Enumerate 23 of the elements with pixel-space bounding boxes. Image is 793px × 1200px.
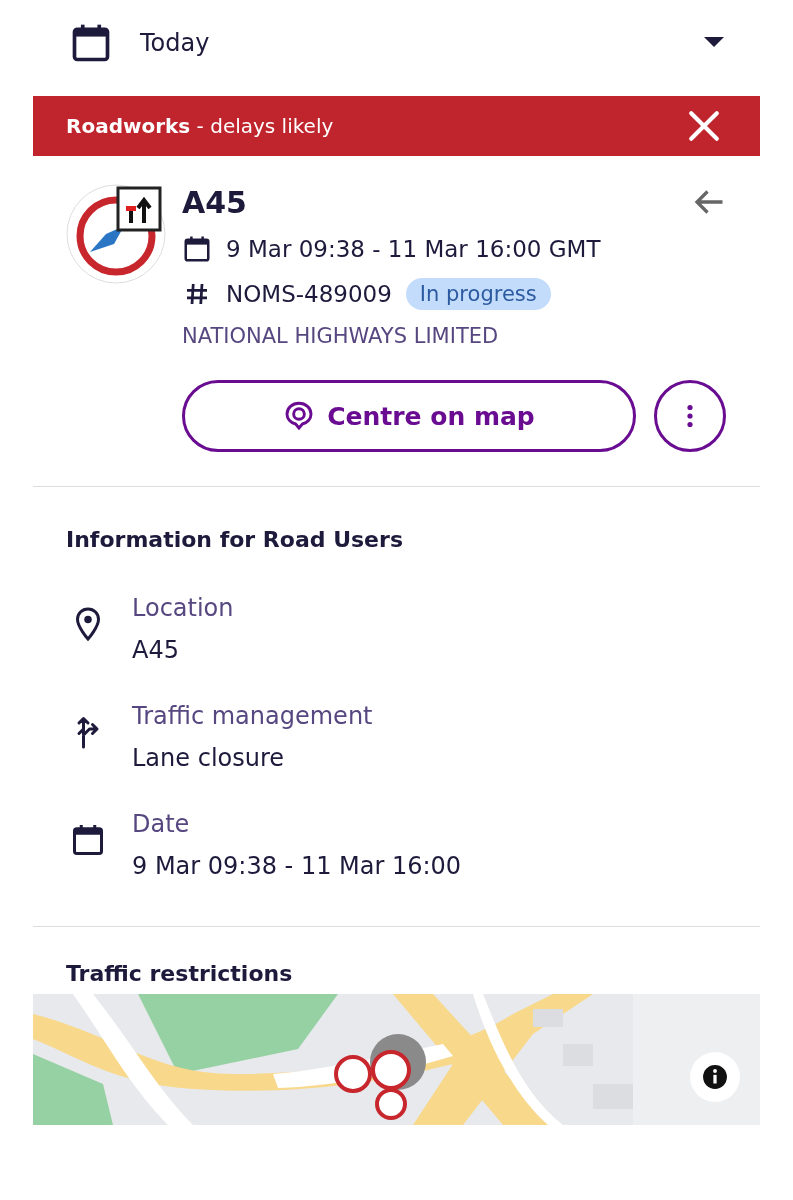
info-label: Location — [132, 594, 234, 622]
info-icon — [702, 1064, 728, 1090]
alert-text: Roadworks - delays likely — [66, 114, 335, 138]
info-value: A45 — [132, 636, 180, 664]
roadworks-sign-icon — [66, 184, 166, 284]
info-value: 9 Mar 09:38 - 11 Mar 16:00 — [132, 852, 462, 880]
works-title: A45 — [182, 184, 247, 220]
info-value: Lane closure — [132, 744, 286, 772]
close-button[interactable] — [688, 110, 720, 142]
centre-on-map-button[interactable]: Centre on map — [182, 380, 636, 452]
reference-number: NOMS-489009 — [226, 281, 392, 307]
section-heading: Information for Road Users — [66, 527, 404, 552]
organisation-name: NATIONAL HIGHWAYS LIMITED — [182, 324, 500, 348]
section-heading: Traffic restrictions — [66, 961, 294, 986]
calendar-icon — [182, 234, 212, 264]
more-icon — [687, 404, 693, 428]
calendar-icon — [70, 822, 106, 858]
caret-icon — [704, 37, 724, 49]
info-label: Date — [132, 810, 191, 838]
works-dates: 9 Mar 09:38 - 11 Mar 16:00 GMT — [226, 236, 601, 262]
date-selector[interactable]: Today — [33, 0, 760, 86]
status-badge: In progress — [405, 278, 551, 310]
info-label: Traffic management — [132, 702, 373, 730]
